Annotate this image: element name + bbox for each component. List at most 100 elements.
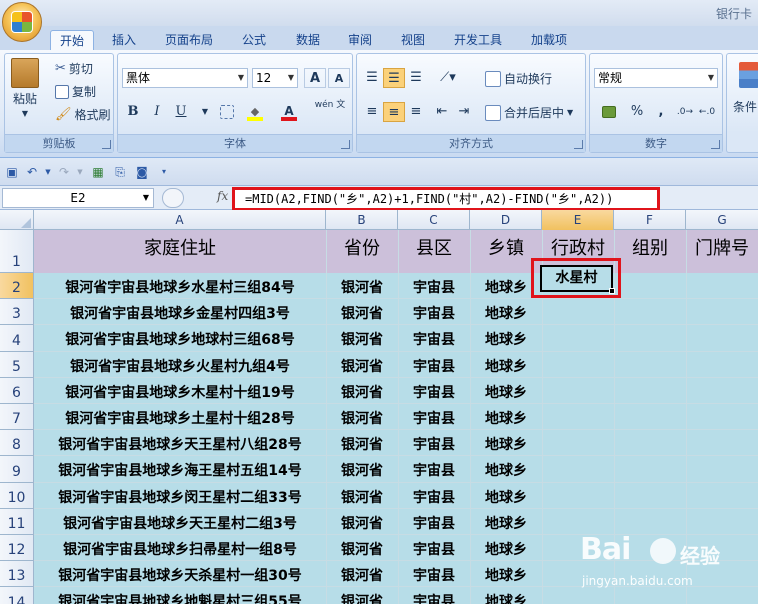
cell-address[interactable]: 银河省宇宙县地球乡土星村十组28号: [34, 408, 326, 428]
cell-province[interactable]: 银河省: [326, 565, 398, 585]
shrink-font-button[interactable]: A: [328, 68, 350, 88]
format-painter-button[interactable]: 🖌 格式刷: [55, 106, 111, 123]
align-center-icon[interactable]: ≡: [383, 102, 405, 122]
office-button[interactable]: [2, 2, 42, 42]
row-header-3[interactable]: 3: [0, 299, 34, 326]
cell-county[interactable]: 宇宙县: [398, 513, 470, 533]
alignment-launcher-icon[interactable]: [574, 140, 583, 149]
paste-button[interactable]: 粘贴 ▼: [11, 58, 39, 118]
column-header-a[interactable]: A: [34, 210, 326, 230]
row-header-14[interactable]: 14: [0, 587, 34, 604]
font-color-button[interactable]: A: [278, 102, 300, 122]
row-header-9[interactable]: 9: [0, 456, 34, 483]
row-header-1[interactable]: 1: [0, 230, 34, 273]
tab-insert[interactable]: 插入: [106, 30, 142, 50]
cell-town[interactable]: 地球乡: [470, 408, 542, 428]
row-header-13[interactable]: 13: [0, 561, 34, 588]
cell-address[interactable]: 银河省宇宙县地球乡海王星村五组14号: [34, 460, 326, 480]
bold-button[interactable]: B: [122, 102, 144, 122]
save-icon[interactable]: ▣: [4, 164, 20, 180]
font-size-select[interactable]: 12 ▼: [252, 68, 298, 88]
number-launcher-icon[interactable]: [711, 140, 720, 149]
cell-address[interactable]: 银河省宇宙县地球乡木星村十组19号: [34, 382, 326, 402]
column-header-f[interactable]: F: [614, 210, 686, 230]
underline-button[interactable]: U: [170, 102, 192, 122]
cell-town[interactable]: 地球乡: [470, 329, 542, 349]
select-all-button[interactable]: [0, 210, 34, 230]
tab-view[interactable]: 视图: [395, 30, 431, 50]
cell-address[interactable]: 银河省宇宙县地球乡地球村三组68号: [34, 329, 326, 349]
phonetic-button[interactable]: wén 文: [312, 100, 348, 126]
cut-button[interactable]: ✂ 剪切: [55, 60, 93, 77]
grow-font-button[interactable]: A: [304, 68, 326, 88]
align-middle-icon[interactable]: ☰: [383, 68, 405, 88]
header-town[interactable]: 乡镇: [470, 234, 542, 260]
align-bottom-icon[interactable]: ☰: [405, 68, 427, 88]
column-header-b[interactable]: B: [326, 210, 398, 230]
column-header-d[interactable]: D: [470, 210, 542, 230]
copy-button[interactable]: 复制: [55, 83, 96, 100]
cell-county[interactable]: 宇宙县: [398, 356, 470, 376]
row-header-2[interactable]: 2: [0, 273, 34, 300]
cell-town[interactable]: 地球乡: [470, 513, 542, 533]
cell-county[interactable]: 宇宙县: [398, 565, 470, 585]
font-launcher-icon[interactable]: [341, 140, 350, 149]
row-header-4[interactable]: 4: [0, 325, 34, 352]
cell-address[interactable]: 银河省宇宙县地球乡金星村四组3号: [34, 303, 326, 323]
tab-developer[interactable]: 开发工具: [448, 30, 508, 50]
underline-dropdown-icon[interactable]: ▼: [194, 102, 216, 122]
tab-formulas[interactable]: 公式: [236, 30, 272, 50]
cell-province[interactable]: 银河省: [326, 460, 398, 480]
cell-province[interactable]: 银河省: [326, 539, 398, 559]
cell-address[interactable]: 银河省宇宙县地球乡天王星村八组28号: [34, 434, 326, 454]
tab-addins[interactable]: 加载项: [525, 30, 573, 50]
cell-county[interactable]: 宇宙县: [398, 329, 470, 349]
align-top-icon[interactable]: ☰: [361, 68, 383, 88]
column-header-e[interactable]: E: [542, 210, 614, 230]
cell-town[interactable]: 地球乡: [470, 303, 542, 323]
percent-button[interactable]: %: [626, 102, 648, 122]
column-header-g[interactable]: G: [686, 210, 758, 230]
orientation-icon[interactable]: ⟋▾: [433, 68, 463, 88]
cell-town[interactable]: 地球乡: [470, 487, 542, 507]
number-format-select[interactable]: 常规 ▼: [594, 68, 718, 88]
row-header-5[interactable]: 5: [0, 351, 34, 378]
cell-province[interactable]: 银河省: [326, 382, 398, 402]
cell-province[interactable]: 银河省: [326, 408, 398, 428]
fill-handle[interactable]: [609, 288, 615, 294]
cell-county[interactable]: 宇宙县: [398, 408, 470, 428]
tab-page-layout[interactable]: 页面布局: [158, 30, 220, 50]
cell-town[interactable]: 地球乡: [470, 565, 542, 585]
increase-indent-icon[interactable]: ⇥: [453, 102, 475, 122]
tab-review[interactable]: 审阅: [342, 30, 378, 50]
cell-county[interactable]: 宇宙县: [398, 539, 470, 559]
name-box[interactable]: E2 ▼: [2, 188, 154, 208]
decrease-indent-icon[interactable]: ⇤: [431, 102, 453, 122]
wrap-text-button[interactable]: 自动换行: [485, 70, 552, 87]
cell-address[interactable]: 银河省宇宙县地球乡扫帚星村一组8号: [34, 539, 326, 559]
cell-county[interactable]: 宇宙县: [398, 460, 470, 480]
cell-province[interactable]: 银河省: [326, 277, 398, 297]
row-header-7[interactable]: 7: [0, 404, 34, 431]
cell-address[interactable]: 银河省宇宙县地球乡天杀星村一组30号: [34, 565, 326, 585]
tab-data[interactable]: 数据: [290, 30, 326, 50]
conditional-format-button[interactable]: 条件: [733, 98, 757, 115]
currency-button[interactable]: [594, 102, 624, 122]
font-name-select[interactable]: 黑体 ▼: [122, 68, 248, 88]
row-header-8[interactable]: 8: [0, 430, 34, 457]
decrease-decimal-icon[interactable]: ←.0: [696, 102, 718, 122]
row-header-6[interactable]: 6: [0, 377, 34, 404]
header-address[interactable]: 家庭住址: [34, 234, 326, 260]
header-group[interactable]: 组别: [614, 234, 686, 260]
cell-address[interactable]: 银河省宇宙县地球乡火星村九组4号: [34, 356, 326, 376]
row-header-10[interactable]: 10: [0, 482, 34, 509]
cell-province[interactable]: 银河省: [326, 487, 398, 507]
paste-special-icon[interactable]: ⎘: [112, 164, 128, 180]
clipboard-launcher-icon[interactable]: [102, 140, 111, 149]
cell-province[interactable]: 银河省: [326, 329, 398, 349]
customize-toolbar-icon[interactable]: ▾: [156, 164, 172, 180]
align-left-icon[interactable]: ≡: [361, 102, 383, 122]
cell-province[interactable]: 银河省: [326, 303, 398, 323]
cell-address[interactable]: 银河省宇宙县地球乡地魁星村三组55号: [34, 591, 326, 604]
camera-icon[interactable]: ◙: [134, 164, 150, 180]
